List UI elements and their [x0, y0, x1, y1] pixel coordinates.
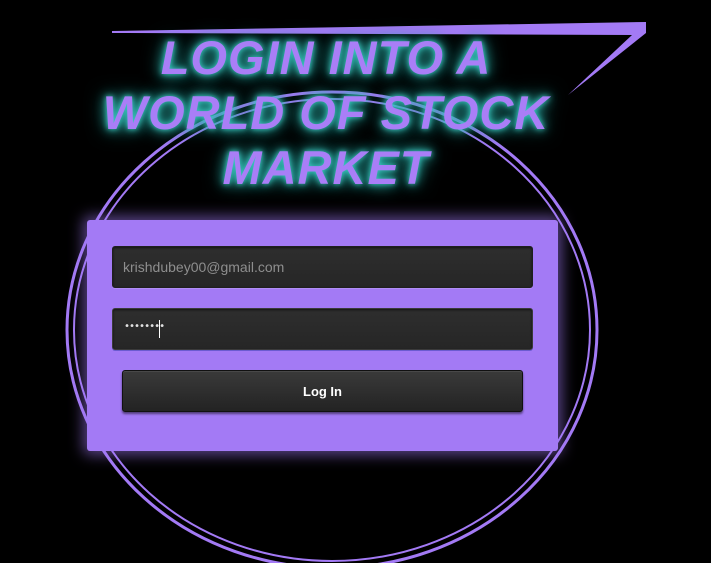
login-page: LOGIN INTO A WORLD OF STOCK MARKET •••••… — [0, 0, 711, 563]
login-button[interactable]: Log In — [122, 370, 523, 412]
email-field[interactable] — [112, 246, 533, 288]
page-title: LOGIN INTO A WORLD OF STOCK MARKET — [0, 30, 652, 195]
password-field[interactable]: •••••••• — [112, 308, 533, 350]
text-caret — [159, 320, 160, 338]
title-line-1: LOGIN INTO A — [160, 31, 492, 84]
title-line-3: MARKET — [222, 141, 430, 194]
title-line-2: WORLD OF STOCK — [102, 86, 550, 139]
login-panel: •••••••• Log In — [87, 220, 558, 451]
